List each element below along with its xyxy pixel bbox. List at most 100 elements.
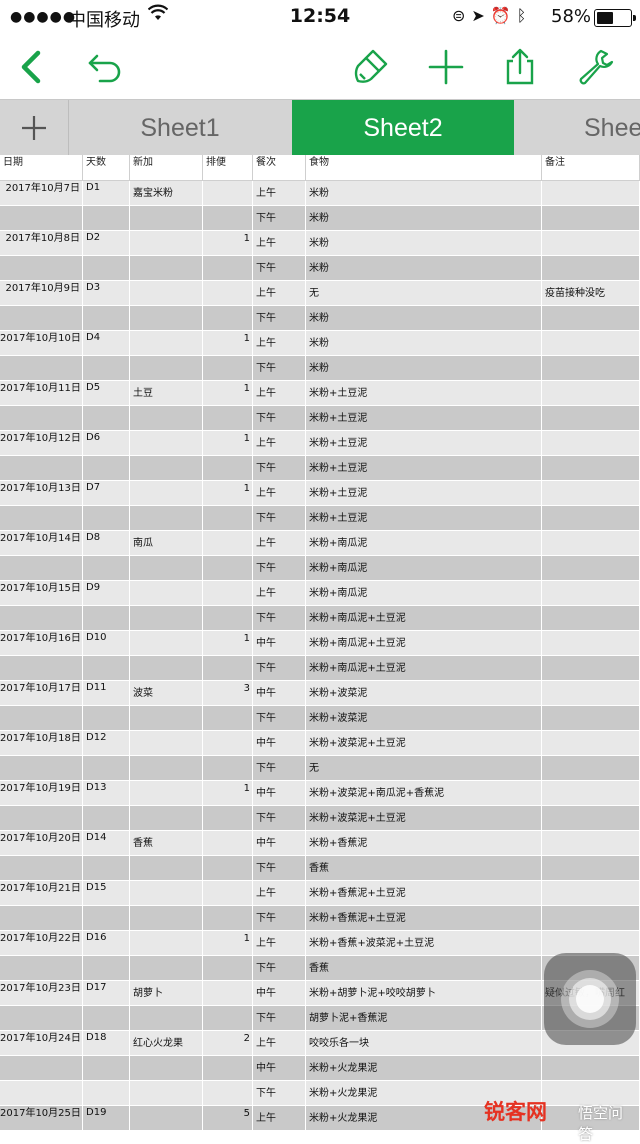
table-row[interactable]: 下午 米粉+土豆泥 xyxy=(0,506,640,531)
cell-bowel[interactable] xyxy=(203,981,253,1006)
cell-meal[interactable]: 下午 xyxy=(253,406,306,431)
cell-new-food[interactable]: 胡萝卜 xyxy=(130,981,203,1006)
cell-bowel[interactable] xyxy=(203,581,253,606)
cell-food[interactable]: 米粉 xyxy=(306,331,542,356)
table-row[interactable]: 下午 米粉 xyxy=(0,306,640,331)
cell-meal[interactable]: 下午 xyxy=(253,306,306,331)
cell-day[interactable]: D5 xyxy=(83,381,130,406)
cell-meal[interactable]: 下午 xyxy=(253,206,306,231)
cell-meal[interactable]: 中午 xyxy=(253,1056,306,1081)
cell-food[interactable]: 米粉+土豆泥 xyxy=(306,481,542,506)
cell-bowel[interactable]: 1 xyxy=(203,331,253,356)
cell-new-food[interactable] xyxy=(130,1106,203,1131)
cell-date[interactable] xyxy=(0,606,83,631)
cell-day[interactable]: D13 xyxy=(83,781,130,806)
cell-note[interactable] xyxy=(542,681,640,706)
cell-note[interactable] xyxy=(542,1056,640,1081)
cell-date[interactable]: 2017年10月10日 xyxy=(0,331,83,356)
cell-bowel[interactable] xyxy=(203,1081,253,1106)
cell-meal[interactable]: 上午 xyxy=(253,931,306,956)
cell-new-food[interactable] xyxy=(130,431,203,456)
cell-meal[interactable]: 中午 xyxy=(253,631,306,656)
cell-bowel[interactable] xyxy=(203,856,253,881)
cell-new-food[interactable] xyxy=(130,956,203,981)
cell-new-food[interactable] xyxy=(130,706,203,731)
cell-meal[interactable]: 下午 xyxy=(253,856,306,881)
cell-food[interactable]: 米粉 xyxy=(306,231,542,256)
header-date[interactable]: 日期 xyxy=(0,155,83,180)
cell-meal[interactable]: 中午 xyxy=(253,831,306,856)
cell-date[interactable]: 2017年10月14日 xyxy=(0,531,83,556)
cell-day[interactable]: D9 xyxy=(83,581,130,606)
cell-date[interactable] xyxy=(0,756,83,781)
cell-meal[interactable]: 下午 xyxy=(253,556,306,581)
cell-new-food[interactable] xyxy=(130,456,203,481)
cell-note[interactable] xyxy=(542,181,640,206)
cell-day[interactable]: D6 xyxy=(83,431,130,456)
cell-bowel[interactable]: 3 xyxy=(203,681,253,706)
cell-day[interactable] xyxy=(83,656,130,681)
cell-new-food[interactable] xyxy=(130,556,203,581)
table-row[interactable]: 2017年10月11日 D5 土豆 1 上午 米粉+土豆泥 xyxy=(0,381,640,406)
cell-food[interactable]: 米粉+土豆泥 xyxy=(306,406,542,431)
cell-new-food[interactable] xyxy=(130,481,203,506)
add-icon[interactable] xyxy=(426,47,466,87)
cell-food[interactable]: 米粉+波菜泥+土豆泥 xyxy=(306,731,542,756)
cell-meal[interactable]: 下午 xyxy=(253,256,306,281)
cell-bowel[interactable] xyxy=(203,406,253,431)
cell-note[interactable]: 疫苗接种没吃 xyxy=(542,281,640,306)
cell-food[interactable]: 米粉+土豆泥 xyxy=(306,456,542,481)
table-row[interactable]: 2017年10月22日 D16 1 上午 米粉+香蕉+波菜泥+土豆泥 xyxy=(0,931,640,956)
cell-note[interactable] xyxy=(542,331,640,356)
cell-date[interactable] xyxy=(0,1006,83,1031)
cell-date[interactable] xyxy=(0,956,83,981)
cell-meal[interactable]: 上午 xyxy=(253,581,306,606)
cell-new-food[interactable] xyxy=(130,606,203,631)
cell-meal[interactable]: 上午 xyxy=(253,231,306,256)
table-row[interactable]: 2017年10月15日 D9 上午 米粉+南瓜泥 xyxy=(0,581,640,606)
header-note[interactable]: 备注 xyxy=(542,155,640,180)
table-row[interactable]: 2017年10月13日 D7 1 上午 米粉+土豆泥 xyxy=(0,481,640,506)
cell-food[interactable]: 米粉+波菜泥 xyxy=(306,681,542,706)
table-row[interactable]: 2017年10月19日 D13 1 中午 米粉+波菜泥+南瓜泥+香蕉泥 xyxy=(0,781,640,806)
cell-meal[interactable]: 上午 xyxy=(253,881,306,906)
cell-date[interactable] xyxy=(0,906,83,931)
cell-date[interactable]: 2017年10月15日 xyxy=(0,581,83,606)
cell-bowel[interactable] xyxy=(203,1056,253,1081)
cell-day[interactable] xyxy=(83,706,130,731)
cell-bowel[interactable] xyxy=(203,881,253,906)
cell-day[interactable] xyxy=(83,956,130,981)
cell-meal[interactable]: 下午 xyxy=(253,1081,306,1106)
cell-day[interactable] xyxy=(83,1081,130,1106)
cell-meal[interactable]: 下午 xyxy=(253,606,306,631)
cell-food[interactable]: 米粉+波菜泥 xyxy=(306,706,542,731)
cell-meal[interactable]: 下午 xyxy=(253,756,306,781)
header-new-food[interactable]: 新加 xyxy=(130,155,203,180)
cell-food[interactable]: 米粉+南瓜泥+土豆泥 xyxy=(306,631,542,656)
cell-note[interactable] xyxy=(542,481,640,506)
cell-food[interactable]: 米粉+土豆泥 xyxy=(306,381,542,406)
cell-day[interactable] xyxy=(83,406,130,431)
cell-food[interactable]: 米粉+土豆泥 xyxy=(306,431,542,456)
cell-new-food[interactable] xyxy=(130,1056,203,1081)
cell-note[interactable] xyxy=(542,806,640,831)
cell-food[interactable]: 胡萝卜泥+香蕉泥 xyxy=(306,1006,542,1031)
cell-day[interactable] xyxy=(83,806,130,831)
cell-meal[interactable]: 下午 xyxy=(253,456,306,481)
cell-meal[interactable]: 上午 xyxy=(253,531,306,556)
cell-meal[interactable]: 中午 xyxy=(253,781,306,806)
cell-day[interactable] xyxy=(83,256,130,281)
cell-bowel[interactable] xyxy=(203,1006,253,1031)
tab-sheet3[interactable]: Shee xyxy=(556,100,640,156)
cell-bowel[interactable] xyxy=(203,606,253,631)
cell-new-food[interactable] xyxy=(130,581,203,606)
settings-wrench-icon[interactable] xyxy=(576,47,616,87)
cell-food[interactable]: 无 xyxy=(306,756,542,781)
table-row[interactable]: 2017年10月8日 D2 1 上午 米粉 xyxy=(0,231,640,256)
cell-new-food[interactable] xyxy=(130,206,203,231)
cell-note[interactable] xyxy=(542,506,640,531)
cell-food[interactable]: 无 xyxy=(306,281,542,306)
cell-note[interactable] xyxy=(542,406,640,431)
cell-date[interactable]: 2017年10月11日 xyxy=(0,381,83,406)
cell-meal[interactable]: 下午 xyxy=(253,506,306,531)
